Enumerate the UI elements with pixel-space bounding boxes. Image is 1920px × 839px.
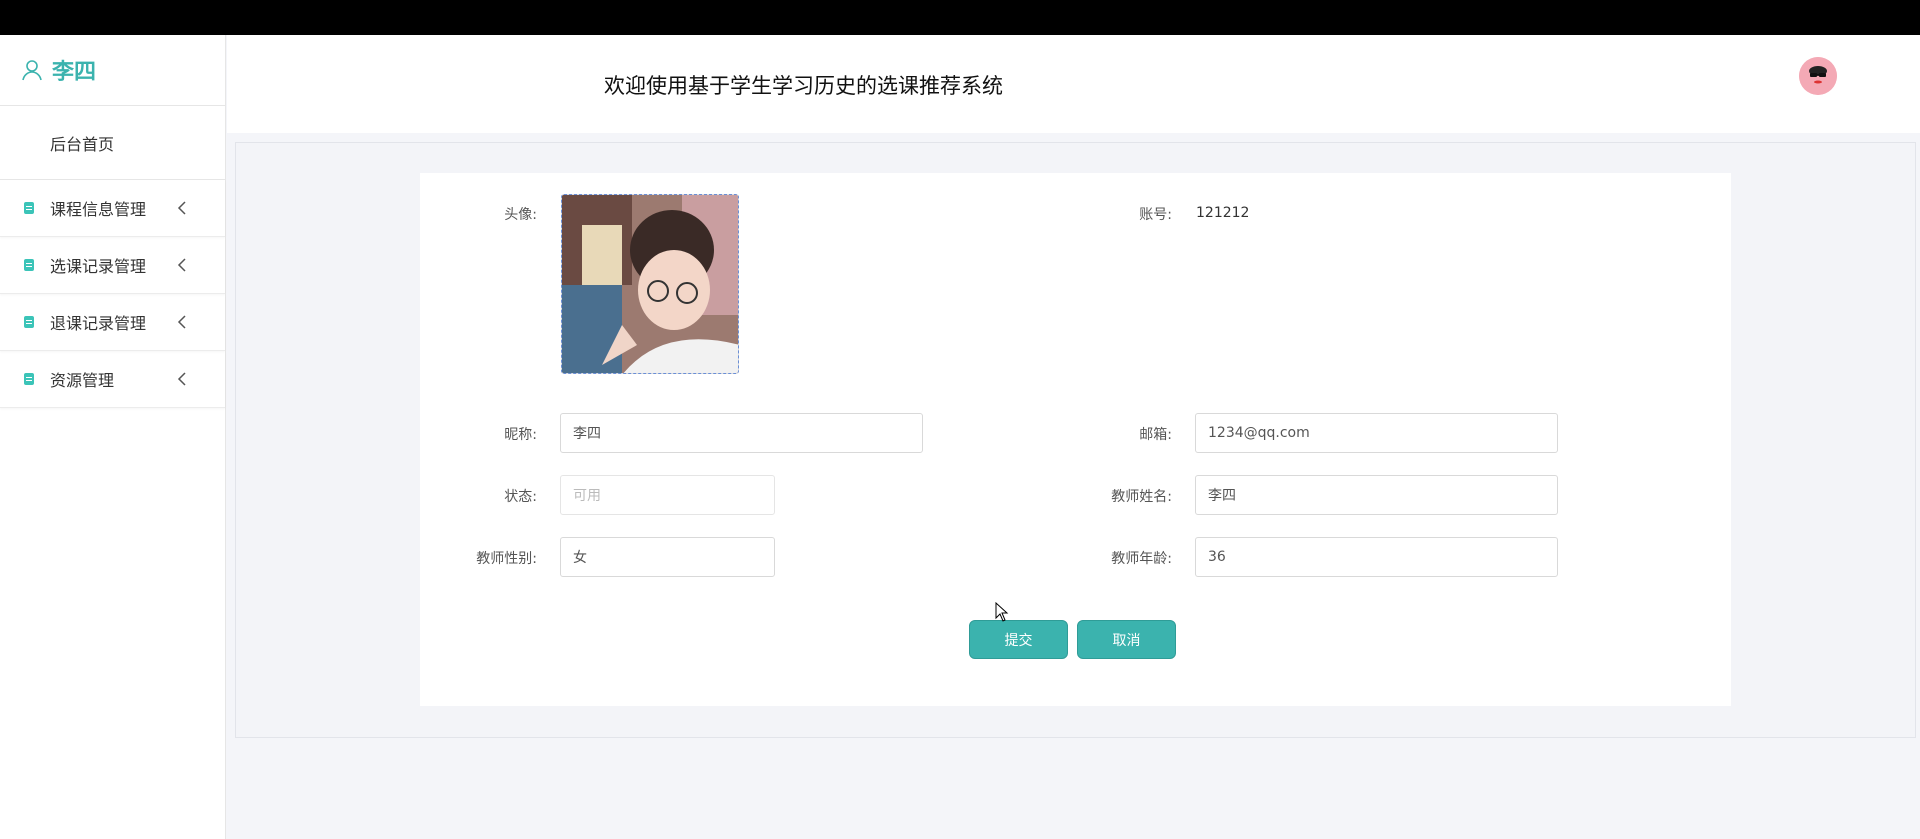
chevron-left-icon bbox=[176, 372, 188, 386]
email-input[interactable]: 1234@qq.com bbox=[1195, 413, 1558, 453]
sidebar-item-label: 选课记录管理 bbox=[50, 257, 147, 276]
mouse-cursor-icon bbox=[995, 601, 1009, 622]
document-icon bbox=[24, 316, 34, 328]
sidebar-item-course-info[interactable]: 课程信息管理 bbox=[0, 180, 225, 237]
teacher-name-input[interactable]: 李四 bbox=[1195, 475, 1558, 515]
page-title: 欢迎使用基于学生学习历史的选课推荐系统 bbox=[604, 74, 1003, 98]
chevron-left-icon bbox=[176, 315, 188, 329]
status-input: 可用 bbox=[560, 475, 775, 515]
sidebar-item-resources[interactable]: 资源管理 bbox=[0, 351, 225, 408]
sidebar-item-label: 资源管理 bbox=[50, 371, 115, 390]
email-label: 邮箱: bbox=[1139, 427, 1172, 443]
document-icon bbox=[24, 202, 34, 214]
sidebar-user-header: 李四 bbox=[0, 35, 225, 106]
avatar-upload[interactable] bbox=[561, 194, 739, 374]
cancel-button[interactable]: 取消 bbox=[1077, 620, 1176, 659]
document-icon bbox=[24, 259, 34, 271]
teacher-gender-input[interactable]: 女 bbox=[560, 537, 775, 577]
avatar-label: 头像: bbox=[504, 207, 537, 223]
sidebar-item-drop-records[interactable]: 退课记录管理 bbox=[0, 294, 225, 351]
teacher-age-input[interactable]: 36 bbox=[1195, 537, 1558, 577]
header: 欢迎使用基于学生学习历史的选课推荐系统 bbox=[227, 35, 1920, 133]
teacher-gender-label: 教师性别: bbox=[476, 551, 537, 567]
nickname-input[interactable]: 李四 bbox=[560, 413, 923, 453]
sidebar-item-label: 退课记录管理 bbox=[50, 314, 147, 333]
sidebar: 李四 后台首页 课程信息管理 选课记录管理 退课记录管理 资源管理 bbox=[0, 35, 226, 839]
document-icon bbox=[24, 373, 34, 385]
chevron-left-icon bbox=[176, 258, 188, 272]
sidebar-item-enrollment-records[interactable]: 选课记录管理 bbox=[0, 237, 225, 294]
account-label: 账号: bbox=[1139, 207, 1172, 223]
status-label: 状态: bbox=[504, 489, 537, 505]
sidebar-user-name: 李四 bbox=[52, 60, 97, 85]
sidebar-item-label: 课程信息管理 bbox=[50, 200, 147, 219]
teacher-name-label: 教师姓名: bbox=[1111, 489, 1172, 505]
profile-photo-image bbox=[562, 195, 738, 373]
sidebar-item-home[interactable]: 后台首页 bbox=[0, 106, 225, 180]
teacher-age-label: 教师年龄: bbox=[1111, 551, 1172, 567]
top-black-bar bbox=[0, 0, 1920, 35]
account-value: 121212 bbox=[1196, 205, 1250, 221]
avatar[interactable] bbox=[1799, 57, 1837, 95]
submit-button[interactable]: 提交 bbox=[969, 620, 1068, 659]
nickname-label: 昵称: bbox=[504, 427, 537, 443]
avatar-face-icon bbox=[1799, 57, 1837, 95]
chevron-left-icon bbox=[176, 201, 188, 215]
user-icon bbox=[20, 57, 46, 83]
